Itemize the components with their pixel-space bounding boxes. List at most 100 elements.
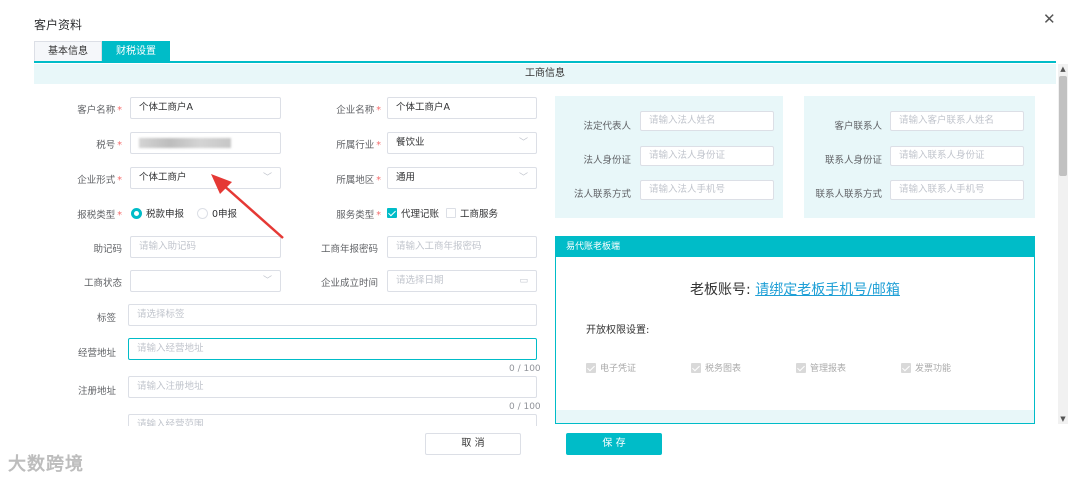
mnemonic-input[interactable]: 请输入助记码 — [130, 236, 281, 258]
perm-label-text: 管理报表 — [810, 364, 847, 374]
tax-no-label: 税号 * — [96, 140, 122, 151]
boss-panel-footer — [556, 410, 1034, 423]
chevron-down-icon: ﹀ — [262, 276, 272, 286]
checkbox-checked-icon — [796, 362, 806, 373]
perm-label-text: 电子凭证 — [600, 364, 637, 374]
scroll-up-icon[interactable]: ▲ — [1058, 64, 1068, 74]
close-icon[interactable]: ✕ — [1043, 11, 1056, 27]
legal-rep-label: 法定代表人 — [583, 121, 631, 132]
radio-off-icon — [197, 207, 208, 219]
region-value: 通用 — [396, 172, 416, 183]
customer-name-label: 客户名称 * — [77, 105, 122, 116]
service-type-label: 服务类型 * — [336, 210, 381, 221]
scroll-down-icon[interactable]: ▼ — [1058, 414, 1068, 424]
company-form-label: 企业形式 * — [77, 175, 122, 186]
biz-address-counter: 0 / 100 — [509, 364, 541, 374]
customer-name-input[interactable]: 个体工商户A — [130, 97, 281, 119]
perm-e-voucher[interactable]: 电子凭证 — [586, 361, 636, 374]
contact-id-label: 联系人身份证 — [824, 155, 882, 166]
radio-label: 0申报 — [212, 209, 238, 220]
contact-panel: 客户联系人 请输入客户联系人姓名 联系人身份证 请输入联系人身份证 联系人联系方… — [804, 96, 1035, 218]
bind-boss-account-link[interactable]: 请绑定老板手机号/邮箱 — [755, 282, 900, 298]
checkbox-checked-icon — [586, 362, 596, 373]
tab-underline — [34, 61, 1056, 63]
perm-label-text: 税务图表 — [705, 364, 742, 374]
checkbox-business-service[interactable]: 工商服务 — [446, 206, 498, 220]
dialog-title: 客户资料 — [34, 18, 83, 32]
perm-invoice[interactable]: 发票功能 — [901, 361, 951, 374]
checkbox-checked-icon — [901, 362, 911, 373]
section-title: 工商信息 — [34, 64, 1056, 84]
legal-rep-panel: 法定代表人 请输入法人姓名 法人身份证 请输入法人身份证 法人联系方式 请输入法… — [555, 96, 783, 218]
contact-name-label: 客户联系人 — [834, 121, 882, 132]
biz-address-label: 经营地址 — [77, 348, 116, 359]
boss-panel: 易代账老板端 老板账号: 请绑定老板手机号/邮箱 开放权限设置: 电子凭证 税务… — [555, 236, 1035, 424]
boss-account-row: 老板账号: 请绑定老板手机号/邮箱 — [556, 279, 1034, 299]
reg-address-input[interactable]: 请输入注册地址 — [128, 376, 537, 398]
found-date-placeholder: 请选择日期 — [396, 275, 444, 286]
scrollbar[interactable]: ▲ ▼ — [1058, 64, 1068, 424]
found-date-label: 企业成立时间 — [320, 278, 378, 289]
company-form-value: 个体工商户 — [139, 172, 187, 183]
industry-select[interactable]: 餐饮业 ﹀ — [387, 132, 537, 154]
tags-select[interactable]: 请选择标签 — [128, 304, 537, 326]
industry-value: 餐饮业 — [396, 137, 425, 148]
biz-address-input[interactable]: 请输入经营地址 — [128, 338, 537, 360]
industry-label: 所属行业 * — [336, 140, 381, 151]
save-button[interactable]: 保 存 — [566, 433, 662, 455]
checkbox-label: 代理记账 — [401, 209, 440, 220]
tags-label: 标签 — [96, 313, 116, 324]
legal-phone-input[interactable]: 请输入法人手机号 — [640, 180, 774, 200]
chevron-down-icon: ﹀ — [262, 173, 272, 183]
perm-label-text: 发票功能 — [915, 364, 952, 374]
chevron-down-icon: ﹀ — [518, 138, 528, 148]
annual-pwd-label: 工商年报密码 — [320, 244, 378, 255]
clip-row: 请输入经营范围 — [0, 414, 545, 426]
contact-name-input[interactable]: 请输入客户联系人姓名 — [890, 111, 1024, 131]
cancel-button[interactable]: 取 消 — [425, 433, 521, 455]
redacted-tax-no — [139, 138, 231, 148]
mnemonic-label: 助记码 — [93, 244, 122, 255]
company-form-select[interactable]: 个体工商户 ﹀ — [130, 167, 281, 189]
legal-phone-label: 法人联系方式 — [573, 189, 631, 200]
perm-tax-chart[interactable]: 税务图表 — [691, 361, 741, 374]
contact-id-input[interactable]: 请输入联系人身份证 — [890, 146, 1024, 166]
region-label: 所属地区 * — [336, 175, 381, 186]
watermark: 大数跨境 — [8, 454, 84, 475]
calendar-icon: ▭ — [519, 276, 528, 286]
contact-phone-input[interactable]: 请输入联系人手机号 — [890, 180, 1024, 200]
checkbox-label: 工商服务 — [460, 209, 499, 220]
tax-no-input[interactable] — [130, 132, 281, 154]
tab-basic-info[interactable]: 基本信息 — [34, 41, 102, 61]
radio-tax-declare[interactable]: 税款申报 — [131, 206, 184, 220]
tax-type-label: 报税类型 * — [77, 210, 122, 221]
biz-status-select[interactable]: ﹀ — [130, 270, 281, 292]
checkbox-checked-icon — [691, 362, 701, 373]
checkbox-bookkeeping[interactable]: 代理记账 — [387, 206, 439, 220]
reg-address-label: 注册地址 — [77, 386, 116, 397]
chevron-down-icon: ﹀ — [518, 173, 528, 183]
company-name-input[interactable]: 个体工商户A — [387, 97, 537, 119]
perm-label: 开放权限设置: — [586, 325, 650, 336]
biz-status-label: 工商状态 — [83, 278, 122, 289]
legal-rep-input[interactable]: 请输入法人姓名 — [640, 111, 774, 131]
region-select[interactable]: 通用 ﹀ — [387, 167, 537, 189]
found-date-picker[interactable]: 请选择日期 ▭ — [387, 270, 537, 292]
legal-id-input[interactable]: 请输入法人身份证 — [640, 146, 774, 166]
checkbox-checked-icon — [387, 208, 397, 218]
checkbox-unchecked-icon — [446, 208, 456, 218]
radio-zero-declare[interactable]: 0申报 — [197, 206, 237, 220]
company-name-label: 企业名称 * — [336, 105, 381, 116]
annual-pwd-input[interactable]: 请输入工商年报密码 — [387, 236, 537, 258]
customer-dialog: 客户资料 ✕ 基本信息 财税设置 工商信息 ▲ ▼ 客户名称 * 个体工商户A 企… — [0, 0, 1080, 481]
perm-mgmt-report[interactable]: 管理报表 — [796, 361, 846, 374]
boss-account-label: 老板账号: — [690, 282, 751, 298]
scrollbar-thumb[interactable] — [1059, 76, 1067, 176]
contact-phone-label: 联系人联系方式 — [815, 189, 882, 200]
tab-bar: 基本信息 财税设置 — [34, 41, 170, 61]
tab-tax-settings[interactable]: 财税设置 — [102, 41, 170, 61]
legal-id-label: 法人身份证 — [583, 155, 631, 166]
radio-on-icon — [131, 207, 142, 219]
radio-label: 税款申报 — [146, 209, 185, 220]
biz-scope-input[interactable]: 请输入经营范围 — [128, 414, 537, 426]
